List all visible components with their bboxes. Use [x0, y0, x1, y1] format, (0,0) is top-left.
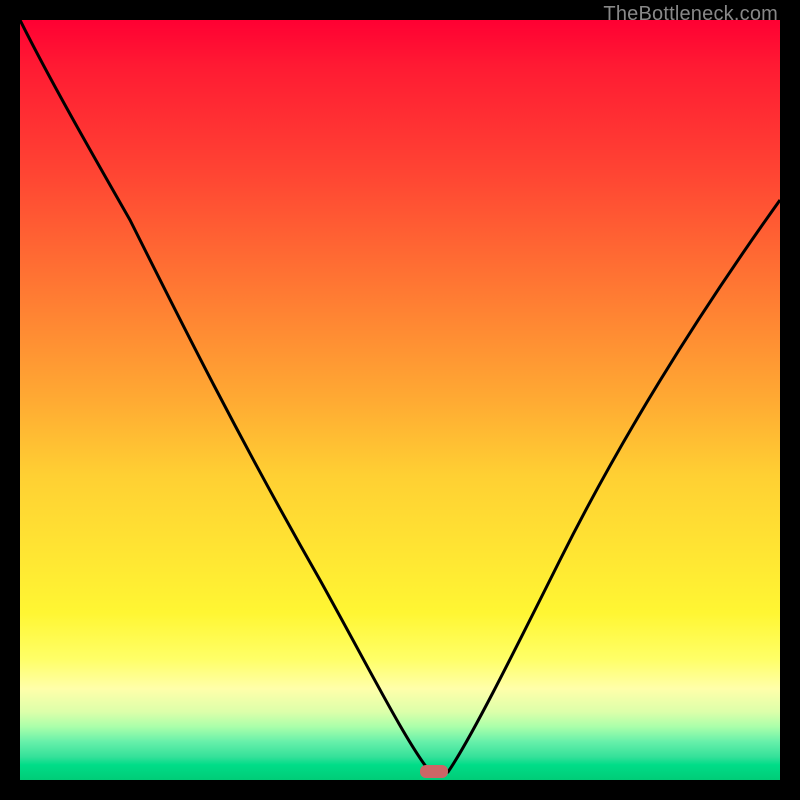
- chart-container: TheBottleneck.com: [0, 0, 800, 800]
- optimum-marker: [420, 765, 448, 778]
- bottleneck-curve: [20, 20, 780, 780]
- curve-path: [20, 20, 780, 776]
- watermark-text: TheBottleneck.com: [603, 3, 778, 26]
